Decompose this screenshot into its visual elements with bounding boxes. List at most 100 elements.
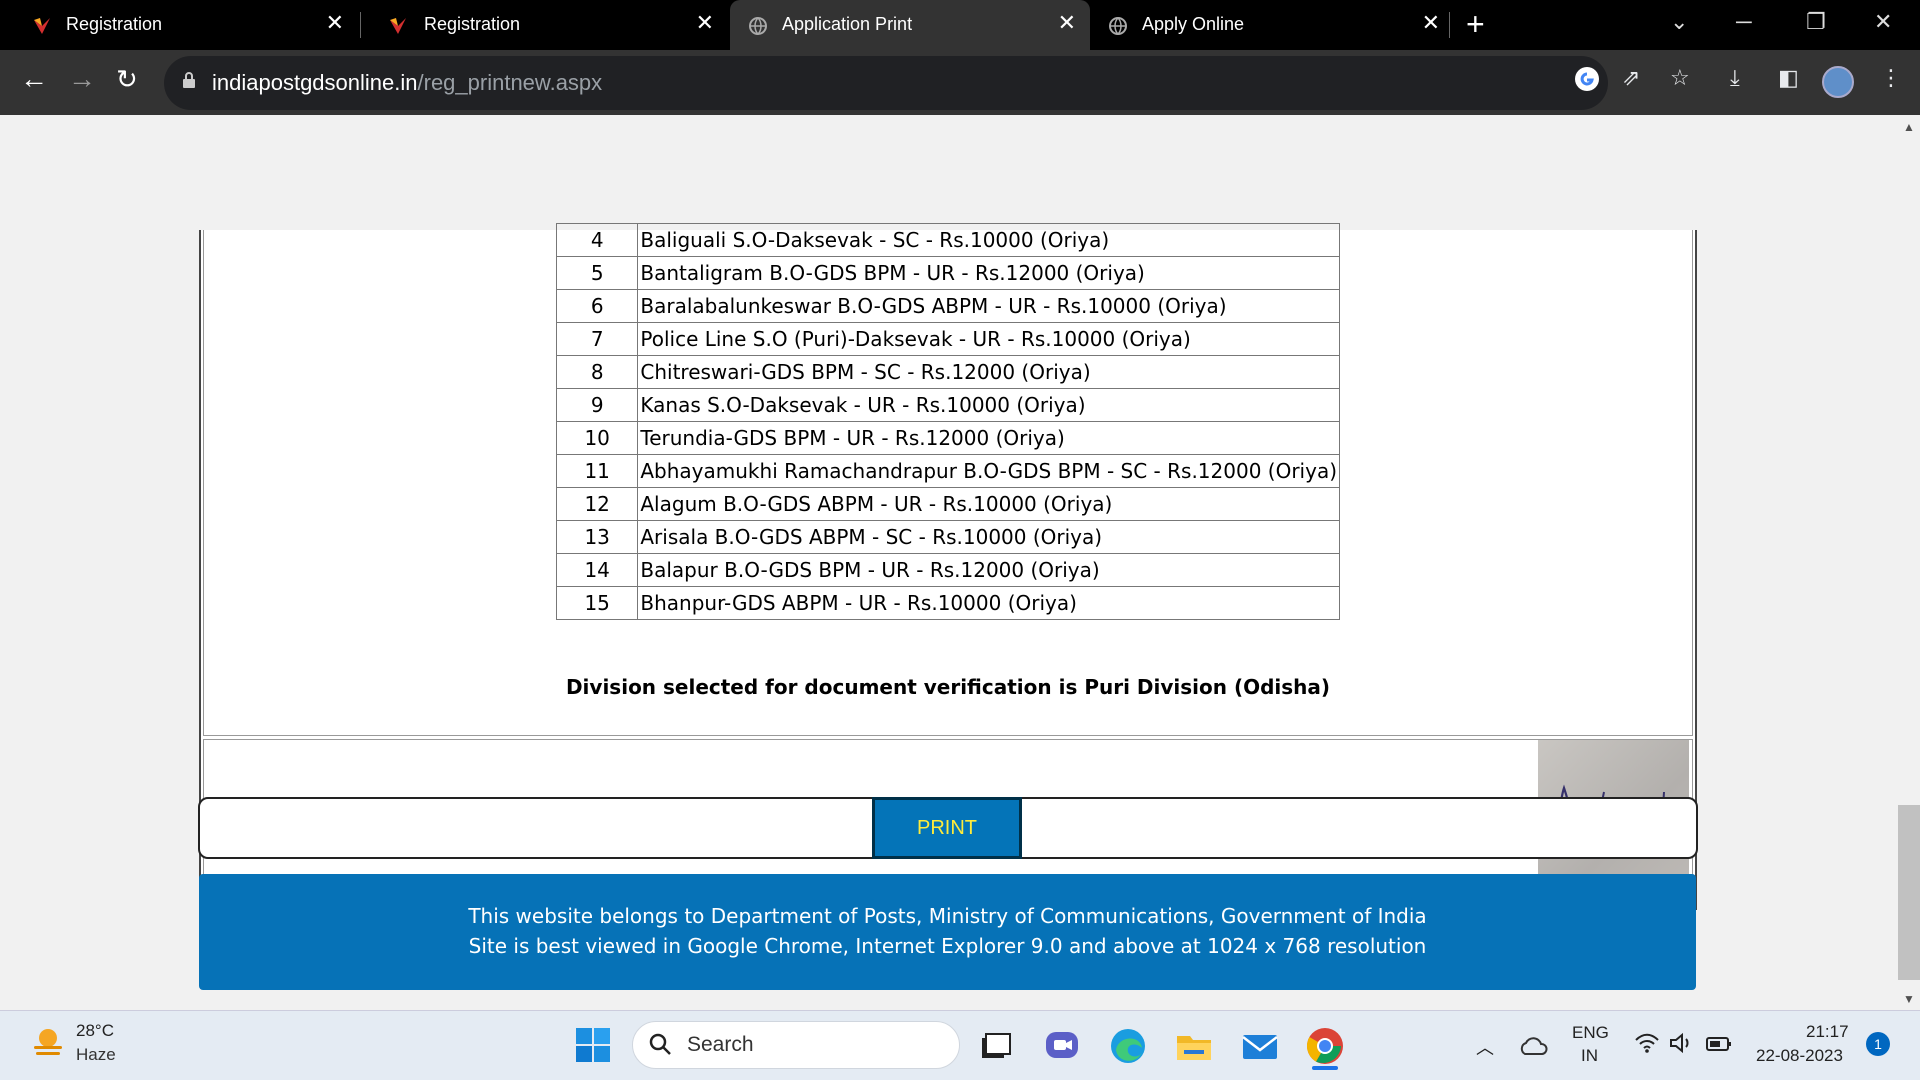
google-lens-icon[interactable] — [1574, 66, 1600, 92]
windows-start-icon[interactable] — [575, 1027, 611, 1063]
scroll-up-icon[interactable]: ▲ — [1903, 120, 1915, 134]
close-tab-icon[interactable]: ✕ — [696, 11, 714, 35]
tab-divider — [1449, 12, 1450, 38]
download-icon[interactable]: ⤓ — [1730, 66, 1740, 90]
serial-number-cell: 15 — [555, 586, 639, 620]
mail-icon[interactable] — [1240, 1026, 1280, 1066]
tab-application-print[interactable]: Application Print ✕ — [730, 0, 1090, 50]
clock-time[interactable]: 21:17 — [1806, 1022, 1849, 1042]
new-tab-plus-icon[interactable]: + — [1466, 8, 1485, 40]
tab-registration-1[interactable]: Registration ✕ — [0, 0, 361, 50]
scroll-down-icon[interactable]: ▼ — [1903, 992, 1915, 1006]
haze-weather-icon[interactable] — [30, 1024, 66, 1060]
weather-description[interactable]: Haze — [76, 1045, 116, 1065]
table-row: 9 Kanas S.O-Daksevak - UR - Rs.10000 (Ori… — [555, 388, 1340, 422]
url-text[interactable]: indiapostgdsonline.in/reg_printnew.aspx — [212, 70, 602, 96]
table-row: 14 Balapur B.O-GDS BPM - UR - Rs.12000 (O… — [555, 553, 1340, 587]
back-arrow-icon[interactable]: ← — [20, 64, 48, 94]
table-row: 4 Baliguali S.O-Daksevak - SC - Rs.10000 … — [555, 223, 1340, 257]
close-tab-icon[interactable]: ✕ — [326, 11, 344, 35]
post-name-cell: Abhayamukhi Ramachandrapur B.O-GDS BPM -… — [637, 454, 1340, 488]
serial-number-cell: 12 — [555, 487, 639, 521]
table-row: 13 Arisala B.O-GDS ABPM - SC - Rs.10000 (… — [555, 520, 1340, 554]
division-note: Division selected for document verificat… — [565, 675, 1331, 699]
india-post-logo-icon — [34, 18, 50, 34]
serial-number-cell: 9 — [555, 388, 639, 422]
serial-number-cell: 14 — [555, 553, 639, 587]
post-name-cell: Bantaligram B.O-GDS BPM - UR - Rs.12000 … — [637, 256, 1340, 290]
globe-icon — [749, 17, 767, 36]
wifi-icon[interactable] — [1634, 1032, 1660, 1054]
tab-strip: Registration ✕ Registration ✕ Applicatio… — [0, 0, 1920, 50]
table-row: 5 Bantaligram B.O-GDS BPM - UR - Rs.12000… — [555, 256, 1340, 290]
print-button[interactable]: PRINT — [872, 797, 1022, 859]
footer-browser-note: Site is best viewed in Google Chrome, In… — [468, 934, 1427, 958]
forward-arrow-icon[interactable]: → — [68, 64, 96, 94]
tab-title: Application Print — [782, 14, 913, 34]
table-row: 6 Baralabalunkeswar B.O-GDS ABPM - UR - R… — [555, 289, 1340, 323]
scrollbar-thumb[interactable] — [1898, 805, 1920, 980]
url-path: /reg_printnew.aspx — [417, 70, 603, 95]
notification-badge[interactable]: 1 — [1866, 1032, 1890, 1056]
chevron-up-icon[interactable]: ︿ — [1476, 1034, 1494, 1060]
bookmark-star-icon[interactable]: ☆ — [1670, 66, 1690, 90]
table-row: 8 Chitreswari-GDS BPM - SC - Rs.12000 (Or… — [555, 355, 1340, 389]
search-icon — [649, 1033, 671, 1055]
post-name-cell: Terundia-GDS BPM - UR - Rs.12000 (Oriya) — [637, 421, 1340, 455]
active-app-indicator — [1312, 1066, 1338, 1070]
tab-apply-online[interactable]: Apply Online ✕ — [1090, 0, 1450, 50]
teams-chat-icon[interactable] — [1042, 1026, 1082, 1066]
task-view-icon[interactable] — [976, 1026, 1016, 1066]
language-region[interactable]: IN — [1581, 1046, 1598, 1066]
lock-icon[interactable] — [182, 72, 196, 88]
post-preferences-table: 4 Baliguali S.O-Daksevak - SC - Rs.10000 … — [555, 223, 1340, 620]
post-name-cell: Bhanpur-GDS ABPM - UR - Rs.10000 (Oriya) — [637, 586, 1340, 620]
post-name-cell: Balapur B.O-GDS BPM - UR - Rs.12000 (Ori… — [637, 553, 1340, 587]
tab-title: Registration — [66, 14, 163, 34]
close-window-icon[interactable]: ✕ — [1874, 10, 1892, 34]
restore-icon[interactable]: ❐ — [1806, 10, 1826, 34]
side-panel-icon[interactable]: ◧ — [1778, 66, 1799, 90]
battery-icon[interactable] — [1706, 1036, 1732, 1052]
reload-icon[interactable]: ↻ — [116, 64, 138, 94]
serial-number-cell: 7 — [555, 322, 639, 356]
post-name-cell: Police Line S.O (Puri)-Daksevak - UR - R… — [637, 322, 1340, 356]
serial-number-cell: 11 — [555, 454, 639, 488]
edge-browser-icon[interactable] — [1108, 1026, 1148, 1066]
volume-icon[interactable] — [1668, 1032, 1694, 1054]
serial-number-cell: 10 — [555, 421, 639, 455]
post-name-cell: Kanas S.O-Daksevak - UR - Rs.10000 (Oriy… — [637, 388, 1340, 422]
share-icon[interactable]: ⇗ — [1622, 66, 1640, 90]
serial-number-cell: 5 — [555, 256, 639, 290]
language-indicator[interactable]: ENG — [1572, 1023, 1609, 1043]
post-name-cell: Arisala B.O-GDS ABPM - SC - Rs.10000 (Or… — [637, 520, 1340, 554]
clock-date[interactable]: 22-08-2023 — [1756, 1046, 1843, 1066]
onedrive-cloud-icon[interactable] — [1518, 1034, 1548, 1056]
table-row: 7 Police Line S.O (Puri)-Daksevak - UR - … — [555, 322, 1340, 356]
chrome-browser-icon[interactable] — [1305, 1026, 1345, 1066]
tab-title: Registration — [424, 14, 521, 34]
profile-avatar[interactable] — [1822, 66, 1854, 98]
post-name-cell: Chitreswari-GDS BPM - SC - Rs.12000 (Ori… — [637, 355, 1340, 389]
india-post-logo-icon — [390, 18, 406, 34]
menu-kebab-icon[interactable]: ⋮ — [1880, 66, 1902, 90]
close-tab-icon[interactable]: ✕ — [1422, 11, 1440, 35]
table-row: 12 Alagum B.O-GDS ABPM - UR - Rs.10000 (O… — [555, 487, 1340, 521]
minimize-icon[interactable]: ─ — [1736, 10, 1752, 34]
weather-temperature[interactable]: 28°C — [76, 1021, 114, 1041]
file-explorer-icon[interactable] — [1174, 1026, 1214, 1066]
taskbar-search-box[interactable] — [632, 1021, 960, 1069]
tab-search-chevron-icon[interactable]: ⌄ — [1670, 10, 1688, 34]
post-name-cell: Baralabalunkeswar B.O-GDS ABPM - UR - Rs… — [637, 289, 1340, 323]
serial-number-cell: 4 — [555, 223, 639, 257]
table-row: 11 Abhayamukhi Ramachandrapur B.O-GDS BPM… — [555, 454, 1340, 488]
post-name-cell: Alagum B.O-GDS ABPM - UR - Rs.10000 (Ori… — [637, 487, 1340, 521]
serial-number-cell: 8 — [555, 355, 639, 389]
post-name-cell: Baliguali S.O-Daksevak - SC - Rs.10000 (… — [637, 223, 1340, 257]
table-row: 15 Bhanpur-GDS ABPM - UR - Rs.10000 (Oriy… — [555, 586, 1340, 620]
search-placeholder: Search — [687, 1033, 754, 1056]
url-host: indiapostgdsonline.in — [212, 70, 418, 95]
tab-registration-2[interactable]: Registration ✕ — [360, 0, 730, 50]
serial-number-cell: 6 — [555, 289, 639, 323]
close-tab-icon[interactable]: ✕ — [1058, 11, 1076, 35]
